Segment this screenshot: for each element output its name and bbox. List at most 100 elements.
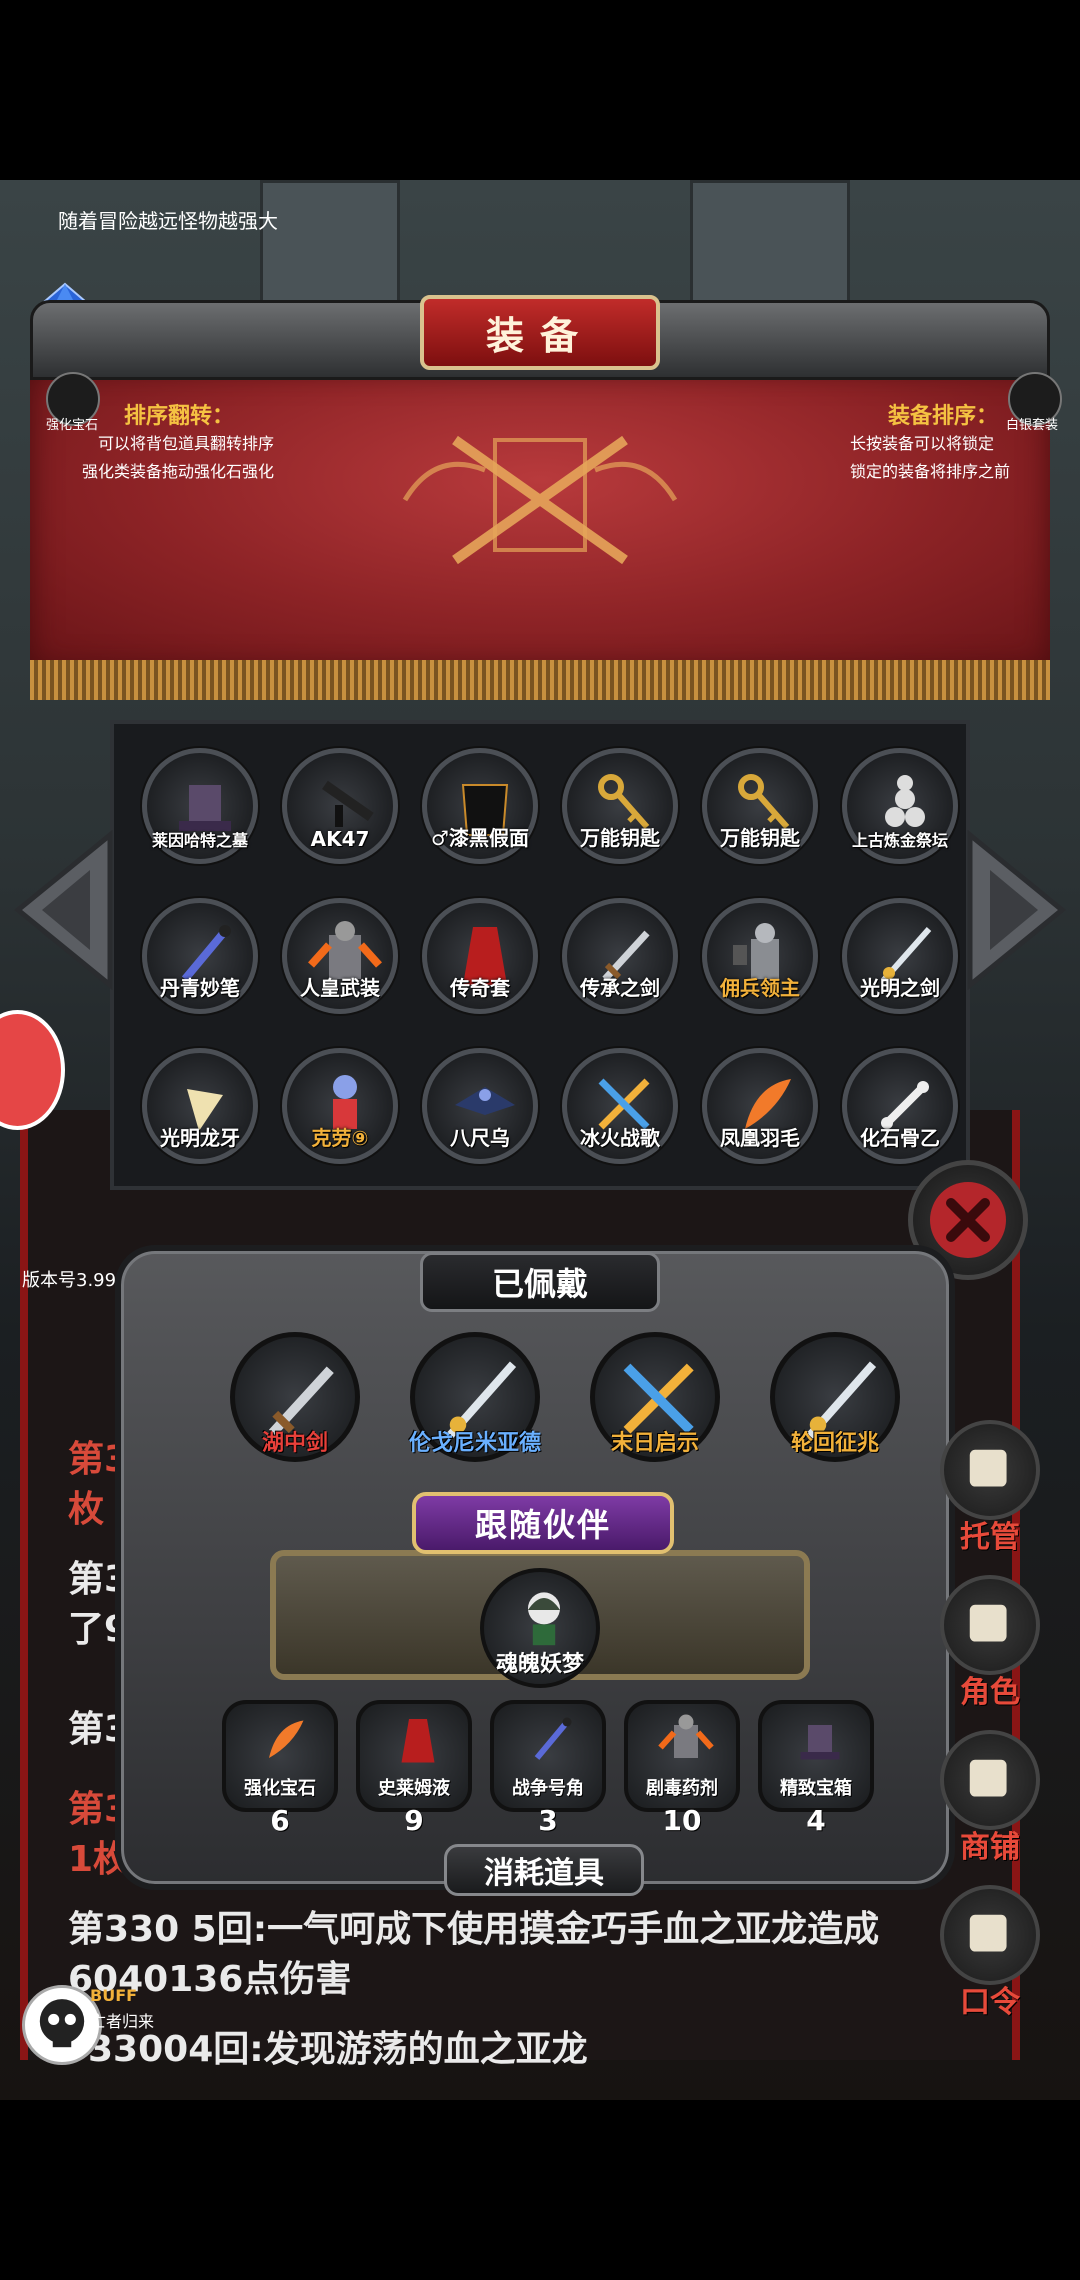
crossed-swords-crest-icon xyxy=(402,435,678,565)
curtain-fringe xyxy=(30,660,1050,700)
log-line: 第330 5回:一气呵成下使用摸金巧手血之亚龙造成 xyxy=(68,1909,880,1950)
inventory-slot-label: 凤凰羽毛 xyxy=(720,1126,800,1150)
log-line: 33004回:发现游荡的血之亚龙 xyxy=(88,2029,588,2070)
upgrade-gem-icon xyxy=(269,1720,304,1758)
inventory-slot[interactable]: 凤凰羽毛 xyxy=(702,1048,818,1164)
equip-sort-hint: 长按装备可以将锁定 xyxy=(850,434,995,453)
inventory-slot[interactable]: 人皇武装 xyxy=(282,898,398,1014)
consumable-label: 剧毒药剂 xyxy=(646,1778,718,1799)
inventory-slot-label: 光明龙牙 xyxy=(160,1126,240,1150)
poison-potion-icon xyxy=(658,1714,714,1758)
inventory-slot[interactable]: 八尺乌 xyxy=(422,1048,538,1164)
inventory-slot[interactable]: 冰火战歌 xyxy=(562,1048,678,1164)
dice-icon xyxy=(969,1449,1007,1487)
inventory-slot-label: 传奇套 xyxy=(450,976,510,1000)
consumable-count: 9 xyxy=(404,1804,424,1837)
inventory-slot[interactable]: 佣兵领主 xyxy=(702,898,818,1014)
inventory-slot[interactable]: 万能钥匙 xyxy=(702,748,818,864)
inventory-slot-label: AK47 xyxy=(310,827,370,851)
inventory-slot-label: 佣兵领主 xyxy=(720,976,800,1000)
code-label: 口令 xyxy=(960,1985,1020,2020)
consumable-count: 10 xyxy=(662,1804,702,1837)
prev-page-arrow-icon[interactable] xyxy=(10,830,120,990)
next-page-arrow-icon[interactable] xyxy=(960,830,1070,990)
consumable-slot[interactable]: 战争号角 xyxy=(490,1700,606,1812)
slime-potion-icon xyxy=(401,1719,435,1763)
inventory-slot-label: 人皇武装 xyxy=(300,976,380,1000)
sort-flip-title: 排序翻转： xyxy=(124,404,235,429)
inventory-slot-label: 万能钥匙 xyxy=(720,826,800,850)
inventory-slot-label: 冰火战歌 xyxy=(580,1126,660,1150)
panel-title: 装备 xyxy=(420,295,660,370)
inventory-slot[interactable]: 光明龙牙 xyxy=(142,1048,258,1164)
inventory-slot[interactable]: 上古炼金祭坛 xyxy=(842,748,958,864)
inventory-slot[interactable]: 克劳⑨ xyxy=(282,1048,398,1164)
inventory-slot-label: 丹青妙笔 xyxy=(160,976,240,1000)
log-line: 枚 xyxy=(68,1489,105,1530)
inventory-slot-label: 八尺乌 xyxy=(450,1126,510,1150)
inventory-slot-label: 化石骨乙 xyxy=(860,1126,940,1150)
buff-sub-label: 亡者归来 xyxy=(90,2012,155,2031)
inventory-slot-label: 传承之剑 xyxy=(580,976,660,1000)
equipped-slot[interactable]: 湖中剑 xyxy=(230,1332,360,1462)
buff-label: BUFF xyxy=(90,1986,138,2005)
upgrade-hint: 强化类装备拖动强化石强化 xyxy=(82,462,275,481)
skull-icon xyxy=(39,1999,85,2048)
inventory-slot[interactable]: 丹青妙笔 xyxy=(142,898,258,1014)
inventory-slot[interactable]: 万能钥匙 xyxy=(562,748,678,864)
consumable-slot[interactable]: 剧毒药剂 xyxy=(624,1700,740,1812)
consumable-slot[interactable]: 强化宝石 xyxy=(222,1700,338,1812)
version-label: 版本号3.99 xyxy=(22,1270,117,1291)
equipped-slot[interactable]: 末日启示 xyxy=(590,1332,720,1462)
companion-slot[interactable]: 魂魄妖梦 xyxy=(480,1568,600,1688)
consumable-label: 史莱姆液 xyxy=(378,1778,450,1799)
right-icon-label: 白银套装 xyxy=(1006,418,1059,433)
equipped-slot-label: 轮回征兆 xyxy=(790,1431,879,1456)
merchant-icon xyxy=(969,1759,1007,1797)
equipped-title: 已佩戴 xyxy=(420,1252,660,1312)
consumable-slot[interactable]: 精致宝箱 xyxy=(758,1700,874,1812)
inventory-slot[interactable]: 传奇套 xyxy=(422,898,538,1014)
equip-sort-title: 装备排序： xyxy=(888,404,999,429)
equipped-slot-label: 伦戈尼米亚德 xyxy=(408,1431,541,1456)
character-label: 角色 xyxy=(960,1675,1020,1710)
inventory-slot-label: 上古炼金祭坛 xyxy=(851,831,948,850)
consumable-label: 战争号角 xyxy=(512,1778,584,1799)
inventory-slot-label: 万能钥匙 xyxy=(580,826,660,850)
shop-label: 商铺 xyxy=(960,1830,1020,1865)
war-horn-icon xyxy=(534,1717,572,1760)
consumable-count: 6 xyxy=(270,1804,290,1837)
inventory-slot[interactable]: 传承之剑 xyxy=(562,898,678,1014)
consumable-count: 4 xyxy=(806,1804,826,1837)
inventory-slot-label: ♂漆黑假面 xyxy=(431,826,529,850)
equipped-slot[interactable]: 轮回征兆 xyxy=(770,1332,900,1462)
consumable-slot[interactable]: 史莱姆液 xyxy=(356,1700,472,1812)
inventory-slot-label: 莱因哈特之墓 xyxy=(151,831,248,850)
consumables-title: 消耗道具 xyxy=(444,1844,644,1896)
inventory-slot[interactable]: ♂漆黑假面 xyxy=(422,748,538,864)
consumable-count: 3 xyxy=(538,1804,558,1837)
inventory-slot[interactable]: 化石骨乙 xyxy=(842,1048,958,1164)
consumable-label: 强化宝石 xyxy=(244,1778,316,1799)
companion-label: 魂魄妖梦 xyxy=(495,1652,584,1677)
inventory-slot[interactable]: AK47 xyxy=(282,748,398,864)
sort-flip-hint: 可以将背包道具翻转排序 xyxy=(98,434,275,453)
auto-play-label: 托管 xyxy=(960,1520,1020,1555)
inventory-slot[interactable]: 莱因哈特之墓 xyxy=(142,748,258,864)
auto-play-button[interactable] xyxy=(940,1420,1040,1520)
consumable-label: 精致宝箱 xyxy=(780,1778,852,1799)
treasure-chest-icon xyxy=(800,1725,840,1760)
hood-icon xyxy=(969,1604,1007,1642)
companion-title: 跟随伙伴 xyxy=(412,1492,674,1554)
inventory-slot[interactable]: 光明之剑 xyxy=(842,898,958,1014)
lock-hint: 锁定的装备将排序之前 xyxy=(850,462,1011,481)
code-button[interactable] xyxy=(940,1885,1040,1985)
inventory-slot-label: 光明之剑 xyxy=(860,976,940,1000)
left-icon-label: 强化宝石 xyxy=(46,418,99,433)
equipped-slot-label: 湖中剑 xyxy=(261,1431,328,1456)
character-button[interactable] xyxy=(940,1575,1040,1675)
shop-button[interactable] xyxy=(940,1730,1040,1830)
inventory-slot-label: 克劳⑨ xyxy=(311,1126,369,1150)
top-tip: 随着冒险越远怪物越强大 xyxy=(58,209,278,233)
equipped-slot[interactable]: 伦戈尼米亚德 xyxy=(409,1332,541,1462)
